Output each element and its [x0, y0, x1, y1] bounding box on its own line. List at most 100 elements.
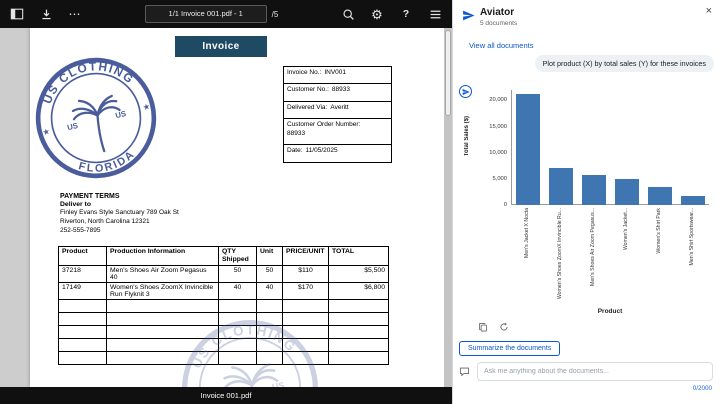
items-cell — [328, 324, 389, 339]
response-actions — [477, 320, 509, 332]
download-icon — [41, 9, 51, 19]
chart-bar — [548, 168, 573, 205]
refresh-icon — [499, 322, 508, 331]
invoice-info-table: Invoice No.: INV001 Customer No.: 88933 Deli… — [283, 66, 392, 163]
items-cell: $5,500 — [328, 264, 389, 283]
document-count-label: 5 documents — [480, 20, 518, 27]
invoice-title: Invoice — [175, 36, 267, 57]
items-cell: 50 — [218, 264, 257, 283]
summarize-documents-button[interactable]: Summarize the documents — [459, 341, 561, 356]
invoice-info-cell: Invoice No.: INV001 — [283, 66, 392, 85]
page-count-label: /5 — [271, 9, 279, 19]
chart-plot-frame — [511, 90, 709, 205]
download-button[interactable] — [38, 6, 54, 22]
x-tick-label: Men's Jacket X Nocta — [524, 208, 530, 259]
toolbar-center-group: 1/1 Invoice 001.pdf - 1 /5 — [83, 5, 340, 23]
payment-terms-heading: PAYMENT TERMS — [60, 193, 120, 200]
filename-label: Invoice 001.pdf — [200, 391, 252, 400]
sidebar-toggle-button[interactable] — [9, 6, 25, 22]
x-tick-label: Men's Shirt Sportswear... — [689, 208, 695, 266]
address-line: Riverton, North Carolina 12321 — [60, 218, 150, 226]
payment-terms-block: PAYMENT TERMS Deliver to Finley Evans St… — [60, 193, 240, 235]
scrollbar-thumb[interactable] — [445, 30, 451, 116]
chart-bar — [581, 174, 606, 205]
chart-bar — [647, 187, 672, 205]
invoice-info-cell: Date: 11/05/2025 — [283, 144, 392, 163]
items-cell — [58, 350, 107, 365]
ask-input[interactable] — [477, 362, 713, 381]
address-line: Finley Evans Style Sanctuary 789 Oak St — [60, 209, 179, 216]
items-cell — [218, 298, 257, 313]
view-all-documents-link[interactable]: View all documents — [469, 41, 533, 50]
y-tick-label: 20,000 — [489, 97, 507, 104]
panel-title: Aviator — [480, 7, 515, 18]
items-row: 37218 Men's Shoes Air Zoom Pegasus 40 50 50… — [58, 264, 389, 283]
settings-button[interactable]: ⚙ — [369, 6, 385, 22]
x-tick-label: Women's Jacket... — [623, 208, 629, 251]
items-header-cell: QTY Shipped — [218, 246, 257, 266]
items-cell: 40 — [218, 281, 257, 300]
items-row: 17149 Women's Shoes ZoomX Invincible Run … — [58, 281, 389, 300]
search-icon — [342, 8, 354, 20]
items-header-cell: Product — [58, 246, 107, 266]
items-header-cell: Production Information — [106, 246, 219, 266]
stamp-us-left: US — [66, 121, 79, 132]
copy-response-button[interactable] — [477, 320, 488, 332]
pdf-viewer: ⋯ 1/1 Invoice 001.pdf - 1 /5 ⚙ ? Invoice… — [0, 0, 452, 404]
x-axis-title: Product — [597, 308, 623, 315]
items-cell: 17149 — [58, 281, 107, 300]
viewer-scrollbar[interactable] — [444, 28, 452, 387]
invoice-info-cell: Delivered Via: Averitt — [283, 100, 392, 120]
chart-bar — [614, 178, 639, 205]
page-number-input[interactable]: 1/1 Invoice 001.pdf - 1 — [144, 5, 267, 23]
star-icon: ★ — [42, 127, 51, 138]
overflow-menu-button[interactable]: ⋯ — [67, 6, 83, 22]
items-cell — [58, 311, 107, 326]
invoice-info-cell: Customer Order Number: 88933 — [283, 118, 392, 146]
chart-bar — [515, 93, 540, 205]
gear-icon: ⚙ — [371, 6, 383, 22]
stamp-us-right: US — [114, 109, 127, 120]
close-panel-button[interactable]: × — [706, 5, 712, 17]
items-cell — [328, 350, 389, 365]
us-clothing-stamp: US CLOTHING FLORIDA US US ★ ★ — [33, 49, 157, 181]
stamp-top-text: US CLOTHING — [33, 49, 139, 108]
items-cell: Women's Shoes ZoomX Invincible Run Flykn… — [106, 281, 219, 300]
palm-tree-icon — [71, 94, 121, 153]
items-header-cell: PRICE/UNIT — [282, 246, 329, 266]
chat-bubble-icon — [459, 367, 470, 377]
sidebar-toggle-icon — [10, 8, 24, 20]
svg-text:US CLOTHING: US CLOTHING — [33, 49, 139, 108]
y-tick-label: 15,000 — [489, 123, 507, 130]
document-area: Invoice US CLOTHING FLORIDA US US ★ ★ In… — [0, 28, 452, 387]
items-cell — [58, 298, 107, 313]
items-cell: $170 — [282, 281, 329, 300]
items-header-cell: Unit — [256, 246, 283, 266]
items-cell — [328, 298, 389, 313]
overflow-icon: ⋯ — [68, 7, 82, 21]
toolbar-right-group: ⚙ ? — [340, 6, 443, 22]
viewer-statusbar: Invoice 001.pdf — [0, 387, 452, 404]
invoice-page: Invoice US CLOTHING FLORIDA US US ★ ★ In… — [30, 28, 444, 387]
invoice-info-cell: Customer No.: 88933 — [283, 83, 392, 102]
x-tick-label: Women's Shirt Park — [656, 208, 662, 254]
hamburger-icon — [430, 10, 440, 18]
items-cell — [256, 298, 283, 313]
search-button[interactable] — [340, 6, 356, 22]
items-header-cell: TOTAL — [328, 246, 389, 266]
items-cell: $6,800 — [328, 281, 389, 300]
items-row — [58, 298, 389, 313]
x-tick-label: Men's Shoes Air Zoom Pegasus... — [590, 208, 596, 286]
help-button[interactable]: ? — [398, 6, 414, 22]
viewer-toolbar: ⋯ 1/1 Invoice 001.pdf - 1 /5 ⚙ ? — [0, 0, 452, 28]
regenerate-button[interactable] — [498, 320, 509, 331]
items-cell — [106, 311, 219, 326]
items-cell: Men's Shoes Air Zoom Pegasus 40 — [106, 264, 219, 283]
x-tick-label: Women's Shoes ZoomX Invincible Ru... — [557, 208, 563, 300]
aviator-panel: Aviator 5 documents × View all documents… — [452, 0, 720, 404]
items-cell — [58, 324, 107, 339]
menu-button[interactable] — [427, 6, 443, 22]
items-cell: 40 — [256, 281, 283, 300]
items-cell: 37218 — [58, 264, 107, 283]
items-cell — [58, 337, 107, 352]
